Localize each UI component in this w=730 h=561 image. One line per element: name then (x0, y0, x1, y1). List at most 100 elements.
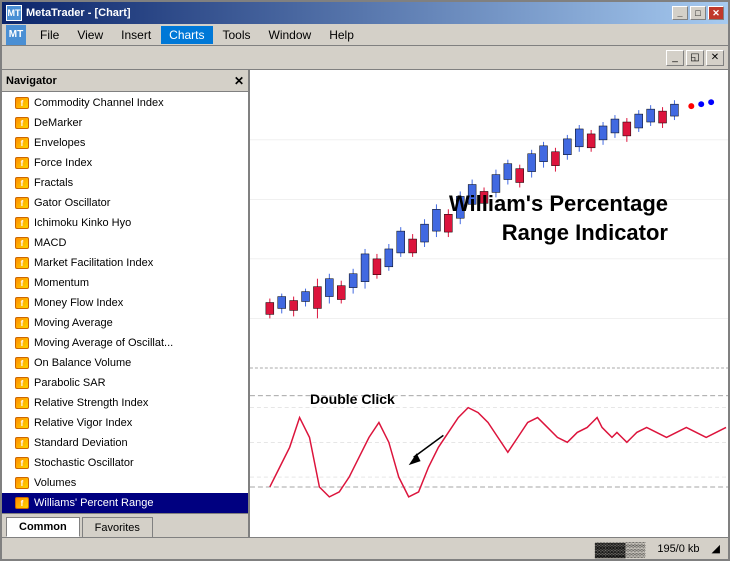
chart-area[interactable]: William's Percentage Range Indicator Dou… (250, 70, 728, 537)
navigator-list[interactable]: fBollinger BandsfBulls PowerfCommodity C… (2, 92, 248, 513)
nav-item[interactable]: f Relative Strength Index (2, 393, 248, 413)
title-bar-buttons: _ □ ✕ (672, 6, 724, 20)
nav-item-label: Market Facilitation Index (34, 257, 153, 269)
nav-item-label: MACD (34, 237, 66, 249)
navigator-close-button[interactable]: ✕ (234, 74, 244, 88)
title-bar-left: MT MetaTrader - [Chart] (6, 5, 131, 21)
menu-insert[interactable]: Insert (113, 26, 159, 44)
nav-item-icon: f (14, 416, 30, 430)
menu-help[interactable]: Help (321, 26, 362, 44)
nav-item[interactable]: f Ichimoku Kinko Hyo (2, 213, 248, 233)
title-bar: MT MetaTrader - [Chart] _ □ ✕ (2, 2, 728, 24)
nav-item-icon: f (14, 276, 30, 290)
nav-item-label: Relative Vigor Index (34, 417, 132, 429)
nav-item[interactable]: f Volumes (2, 473, 248, 493)
navigator-tabs: Common Favorites (2, 513, 248, 537)
nav-item[interactable]: f Commodity Channel Index (2, 93, 248, 113)
indicator-icon: f (15, 97, 29, 109)
minimize-button[interactable]: _ (672, 6, 688, 20)
indicator-icon: f (15, 417, 29, 429)
close-button[interactable]: ✕ (708, 6, 724, 20)
menu-tools[interactable]: Tools (215, 26, 259, 44)
nav-item[interactable]: f Force Index (2, 153, 248, 173)
nav-item-label: Commodity Channel Index (34, 97, 164, 109)
resize-icon: ◢ (712, 542, 720, 555)
nav-item-icon: f (14, 136, 30, 150)
indicator-icon: f (15, 137, 29, 149)
nav-item[interactable]: fFractals (2, 173, 248, 193)
nav-item-icon: f (14, 156, 30, 170)
nav-item-label: Ichimoku Kinko Hyo (34, 217, 131, 229)
nav-item-label: Parabolic SAR (34, 377, 106, 389)
menu-left: MT File View Insert Charts Tools Window … (6, 25, 362, 45)
nav-item-icon: f (14, 376, 30, 390)
nav-item-icon: f (14, 336, 30, 350)
menu-charts[interactable]: Charts (161, 26, 212, 44)
nav-item-label: DeMarker (34, 117, 82, 129)
indicator-icon: f (15, 377, 29, 389)
menu-file[interactable]: File (32, 26, 67, 44)
nav-item-label: Force Index (34, 157, 92, 169)
nav-item-icon: f (14, 196, 30, 210)
indicator-icon: f (15, 197, 29, 209)
nav-item-icon: f (14, 116, 30, 130)
indicator-icon: f (15, 317, 29, 329)
nav-item-label: Momentum (34, 277, 89, 289)
nav-item[interactable]: f MACD (2, 233, 248, 253)
indicator-icon: f (15, 177, 29, 189)
nav-item[interactable]: f Momentum (2, 273, 248, 293)
tab-common[interactable]: Common (6, 517, 80, 537)
nav-item-label: Money Flow Index (34, 297, 123, 309)
app-icon: MT (6, 5, 22, 21)
app-logo: MT (6, 25, 26, 45)
maximize-button[interactable]: □ (690, 6, 706, 20)
inner-toolbar: _ ◱ ✕ (2, 46, 728, 70)
nav-item-label: Gator Oscillator (34, 197, 110, 209)
nav-item[interactable]: fOn Balance Volume (2, 353, 248, 373)
nav-item-label: Volumes (34, 477, 76, 489)
nav-item-label: Relative Strength Index (34, 397, 148, 409)
nav-item[interactable]: f Gator Oscillator (2, 193, 248, 213)
navigator-panel: Navigator ✕ fBollinger BandsfBulls Power… (2, 70, 250, 537)
menu-window[interactable]: Window (261, 26, 320, 44)
indicator-icon: f (15, 237, 29, 249)
indicator-icon: f (15, 117, 29, 129)
nav-item-icon: f (14, 436, 30, 450)
indicator-icon: f (15, 357, 29, 369)
indicator-icon: f (15, 477, 29, 489)
nav-item-icon: f (14, 96, 30, 110)
inner-restore-button[interactable]: ◱ (686, 50, 704, 66)
nav-item[interactable]: f Envelopes (2, 133, 248, 153)
main-window: MT MetaTrader - [Chart] _ □ ✕ MT File Vi… (0, 0, 730, 561)
nav-item[interactable]: f Market Facilitation Index (2, 253, 248, 273)
nav-item[interactable]: f DeMarker (2, 113, 248, 133)
nav-item-label: Envelopes (34, 137, 85, 149)
inner-minimize-button[interactable]: _ (666, 50, 684, 66)
nav-item[interactable]: fWilliams' Percent Range (2, 493, 248, 513)
menu-view[interactable]: View (69, 26, 111, 44)
nav-item-label: Stochastic Oscillator (34, 457, 134, 469)
nav-item[interactable]: f Parabolic SAR (2, 373, 248, 393)
nav-item-icon: f (14, 236, 30, 250)
nav-item[interactable]: fMoney Flow Index (2, 293, 248, 313)
nav-item-icon: f (14, 456, 30, 470)
nav-item-icon: f (14, 176, 30, 190)
indicator-icon: f (15, 457, 29, 469)
menu-bar: MT File View Insert Charts Tools Window … (2, 24, 728, 46)
nav-item[interactable]: fStandard Deviation (2, 433, 248, 453)
indicator-icon: f (15, 157, 29, 169)
nav-item-icon: f (14, 216, 30, 230)
nav-item-icon: f (14, 316, 30, 330)
nav-item[interactable]: fMoving Average (2, 313, 248, 333)
nav-item-icon: f (14, 396, 30, 410)
nav-item[interactable]: f Stochastic Oscillator (2, 453, 248, 473)
nav-item[interactable]: fMoving Average of Oscillat... (2, 333, 248, 353)
nav-item-label: Williams' Percent Range (34, 497, 153, 509)
chart-svg (250, 70, 728, 537)
nav-item-icon: f (14, 476, 30, 490)
main-content: Navigator ✕ fBollinger BandsfBulls Power… (2, 70, 728, 537)
nav-item-icon: f (14, 256, 30, 270)
nav-item[interactable]: f Relative Vigor Index (2, 413, 248, 433)
tab-favorites[interactable]: Favorites (82, 517, 153, 537)
inner-close-button[interactable]: ✕ (706, 50, 724, 66)
